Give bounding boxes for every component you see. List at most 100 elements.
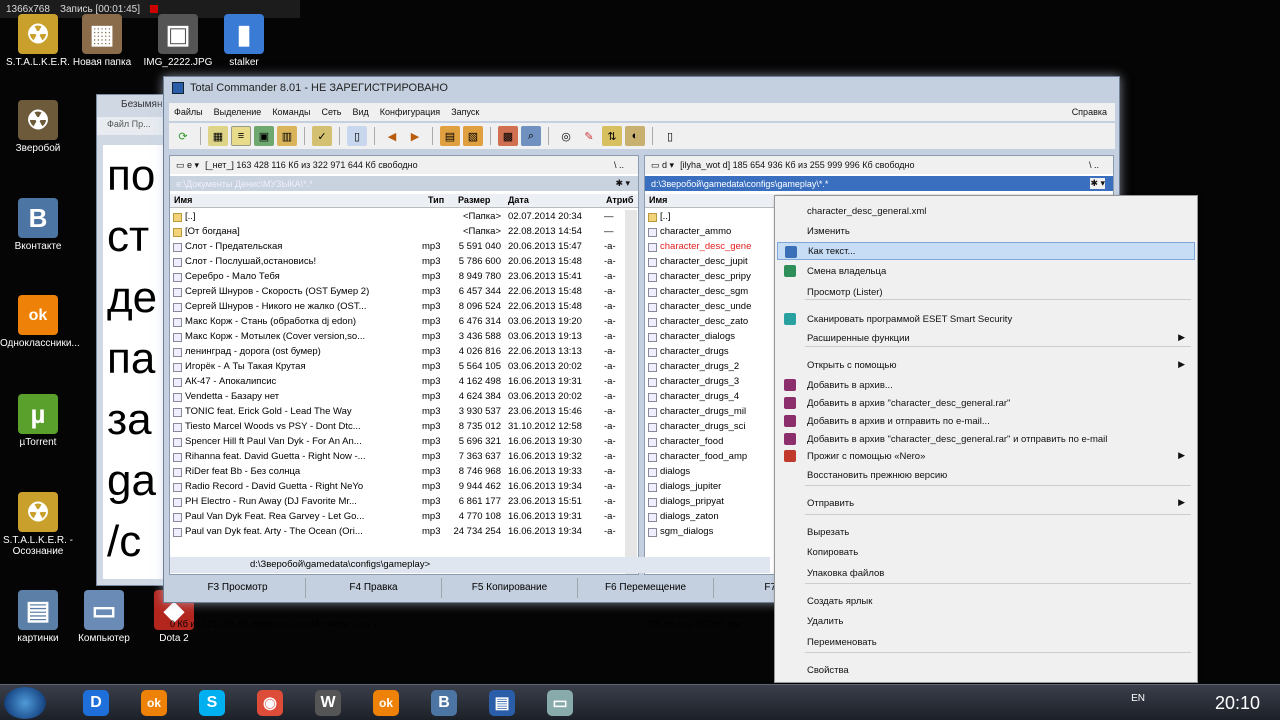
desktop-icon[interactable]: ▣ IMG_2222.JPG xyxy=(140,14,216,68)
context-menu-item[interactable]: Создать ярлык xyxy=(777,592,1195,610)
file-row[interactable]: Серебро - Мало Тебя mp3 8 949 780 23.06.201… xyxy=(170,270,638,285)
context-menu-item[interactable]: Переименовать xyxy=(777,633,1195,651)
unpack-icon[interactable]: ▧ xyxy=(463,126,483,146)
menu-item[interactable]: Запуск xyxy=(451,107,479,117)
thumbnail-view-icon[interactable]: ▣ xyxy=(254,126,274,146)
taskbar-total-commander[interactable]: ▤ xyxy=(476,687,528,719)
context-menu-item[interactable]: Копировать xyxy=(777,543,1195,561)
col-size[interactable]: Размер xyxy=(458,195,490,205)
refresh-icon[interactable]: ⟳ xyxy=(173,126,193,146)
left-file-panel[interactable]: ▭ e ▾ [_нет_] 163 428 116 Кб из 322 971 … xyxy=(169,155,639,575)
context-menu-item[interactable]: Расширенные функции ▶ xyxy=(777,329,1195,347)
taskbar-notepad[interactable]: ▭ xyxy=(534,687,586,719)
col-date[interactable]: Дата xyxy=(508,195,529,205)
taskbar-odnoklassniki[interactable]: ok xyxy=(128,687,180,719)
left-scrollbar[interactable] xyxy=(625,210,637,574)
menu-item[interactable]: Команды xyxy=(272,107,310,117)
context-menu-item[interactable]: Упаковка файлов xyxy=(777,564,1195,582)
desktop-icon[interactable]: ▭ Компьютер xyxy=(66,590,142,644)
desktop-icon[interactable]: µ µTorrent xyxy=(0,394,76,448)
file-row[interactable]: RiDer feat Bb - Без солнца mp3 8 746 968 16… xyxy=(170,465,638,480)
function-key-button[interactable]: F3 Просмотр xyxy=(170,578,306,598)
col-name[interactable]: Имя xyxy=(174,195,192,205)
file-row[interactable]: Paul van Dyk feat. Arty - The Ocean (Ori… xyxy=(170,525,638,540)
function-key-button[interactable]: F6 Перемещение xyxy=(578,578,714,598)
menu-item[interactable]: Вид xyxy=(352,107,368,117)
file-row[interactable]: Spencer Hill ft Paul Van Dyk - For An An… xyxy=(170,435,638,450)
taskbar-skype[interactable]: S xyxy=(186,687,238,719)
desktop-icon[interactable]: ok Одноклассники... xyxy=(0,295,80,349)
left-drive-select[interactable]: ▭ e ▾ xyxy=(176,160,199,171)
clock[interactable]: 20:10 xyxy=(1215,693,1260,714)
menu-item[interactable]: Конфигурация xyxy=(380,107,440,117)
function-key-button[interactable]: F5 Копирование xyxy=(442,578,578,598)
right-drive-select[interactable]: ▭ d ▾ xyxy=(651,160,674,171)
file-row[interactable]: Tiesto Marcel Woods vs PSY - Dont Dtc...… xyxy=(170,420,638,435)
binoculars-icon[interactable]: ◎ xyxy=(556,126,576,146)
notepad-tool-icon[interactable]: ▯ xyxy=(660,126,680,146)
context-menu-item[interactable]: Прожиг с помощью «Nero» ▶ xyxy=(777,447,1195,465)
context-menu-item[interactable]: Сканировать программой ESET Smart Securi… xyxy=(777,310,1195,328)
file-row[interactable]: Сергей Шнуров - Никого не жалко (OST... m… xyxy=(170,300,638,315)
desktop-icon[interactable]: B Вконтакте xyxy=(0,198,76,252)
context-menu-item[interactable]: Изменить xyxy=(777,222,1195,240)
file-row[interactable]: [От богдана] <Папка> 22.08.2013 14:54 — xyxy=(170,225,638,240)
back-arrow-icon[interactable]: ◀ xyxy=(382,126,402,146)
col-attr[interactable]: Атриб xyxy=(606,195,633,205)
brief-view-icon[interactable]: ▦ xyxy=(208,126,228,146)
file-row[interactable]: Сергей Шнуров - Скорость (OST Бумер 2) mp… xyxy=(170,285,638,300)
desktop-icon[interactable]: ▤ картинки xyxy=(0,590,76,644)
file-row[interactable]: Макс Корж - Стань (обработка dj edon) mp3… xyxy=(170,315,638,330)
file-row[interactable]: Vendetta - Базару нет mp3 4 624 384 03.06.2… xyxy=(170,390,638,405)
taskbar-vk[interactable]: B xyxy=(418,687,470,719)
compare-icon[interactable]: ▯ xyxy=(347,126,367,146)
desktop-icon[interactable]: ☢ S.T.A.L.K.E.R. - Осознание xyxy=(0,492,76,557)
file-row[interactable]: Radio Record - David Guetta - Right NeYo… xyxy=(170,480,638,495)
context-menu-item[interactable]: Открыть с помощью ▶ xyxy=(777,356,1195,374)
file-row[interactable]: ленинград - дорога (ost бумер) mp3 4 026 8… xyxy=(170,345,638,360)
taskbar-odnoklassniki-2[interactable]: ok xyxy=(360,687,412,719)
desktop-icon[interactable]: ▦ Новая папка xyxy=(64,14,140,68)
command-line[interactable]: d:\Зверобой\gamedata\configs\gameplay> xyxy=(170,557,770,573)
search-files-icon[interactable]: ⌕ xyxy=(521,126,541,146)
find-icon[interactable]: ▩ xyxy=(498,126,518,146)
context-menu-item[interactable]: character_desc_general.xml xyxy=(777,202,1195,220)
taskbar-wot[interactable]: W xyxy=(302,687,354,719)
taskbar-d-app[interactable]: D xyxy=(70,687,122,719)
left-root-button[interactable]: \ .. xyxy=(614,160,624,170)
context-menu-item[interactable]: Отправить ▶ xyxy=(777,494,1195,512)
file-row[interactable]: [..] <Папка> 02.07.2014 20:34 — xyxy=(170,210,638,225)
col-type[interactable]: Тип xyxy=(428,195,444,205)
start-button[interactable] xyxy=(4,687,46,719)
rename-icon[interactable]: ✎ xyxy=(579,126,599,146)
file-row[interactable]: PH Electro - Run Away (DJ Favorite Mr...… xyxy=(170,495,638,510)
context-menu-item[interactable]: Добавить в архив и отправить по e-mail..… xyxy=(777,412,1195,430)
context-menu-item[interactable]: Добавить в архив "character_desc_general… xyxy=(777,394,1195,412)
file-row[interactable]: Макс Корж - Мотылек (Cover version,so...… xyxy=(170,330,638,345)
desktop-icon[interactable]: ▮ stalker xyxy=(206,14,282,68)
menu-item[interactable]: Сеть xyxy=(321,107,341,117)
left-column-header[interactable]: Имя Тип Размер Дата Атриб xyxy=(170,194,638,208)
full-view-icon[interactable]: ≡ xyxy=(231,126,251,146)
context-menu-item[interactable]: Удалить xyxy=(777,612,1195,630)
menu-item[interactable]: Файлы xyxy=(174,107,203,117)
file-row[interactable]: Игорёк - А Ты Такая Крутая mp3 5 564 105 03… xyxy=(170,360,638,375)
function-key-button[interactable]: F4 Правка xyxy=(306,578,442,598)
context-menu-item[interactable]: Добавить в архив... xyxy=(777,376,1195,394)
tc-title-bar[interactable]: Total Commander 8.01 - НЕ ЗАРЕГИСТРИРОВА… xyxy=(164,77,1119,99)
menu-help[interactable]: Справка xyxy=(1072,107,1107,117)
pack-icon[interactable]: ▤ xyxy=(440,126,460,146)
invert-selection-icon[interactable]: ✓ xyxy=(312,126,332,146)
right-root-button[interactable]: \ .. xyxy=(1089,160,1099,170)
file-row[interactable]: Слот - Предательская mp3 5 591 040 20.06.20… xyxy=(170,240,638,255)
context-menu-item[interactable]: Вырезать xyxy=(777,523,1195,541)
file-row[interactable]: Слот - Послушай,остановись! mp3 5 786 600 2… xyxy=(170,255,638,270)
record-stop-icon[interactable] xyxy=(150,5,159,13)
right-path-bar[interactable]: d:\Зверобой\gamedata\configs\gameplay\*.… xyxy=(645,176,1113,191)
file-row[interactable]: АК-47 - Апокалипсис mp3 4 162 498 16.06.201… xyxy=(170,375,638,390)
menu-item[interactable]: Выделение xyxy=(214,107,262,117)
context-menu-item[interactable]: Свойства xyxy=(777,661,1195,679)
forward-arrow-icon[interactable]: ▶ xyxy=(405,126,425,146)
file-row[interactable]: TONIC feat. Erick Gold - Lead The Way mp3… xyxy=(170,405,638,420)
context-menu-item[interactable]: Восстановить прежнюю версию xyxy=(777,466,1195,484)
